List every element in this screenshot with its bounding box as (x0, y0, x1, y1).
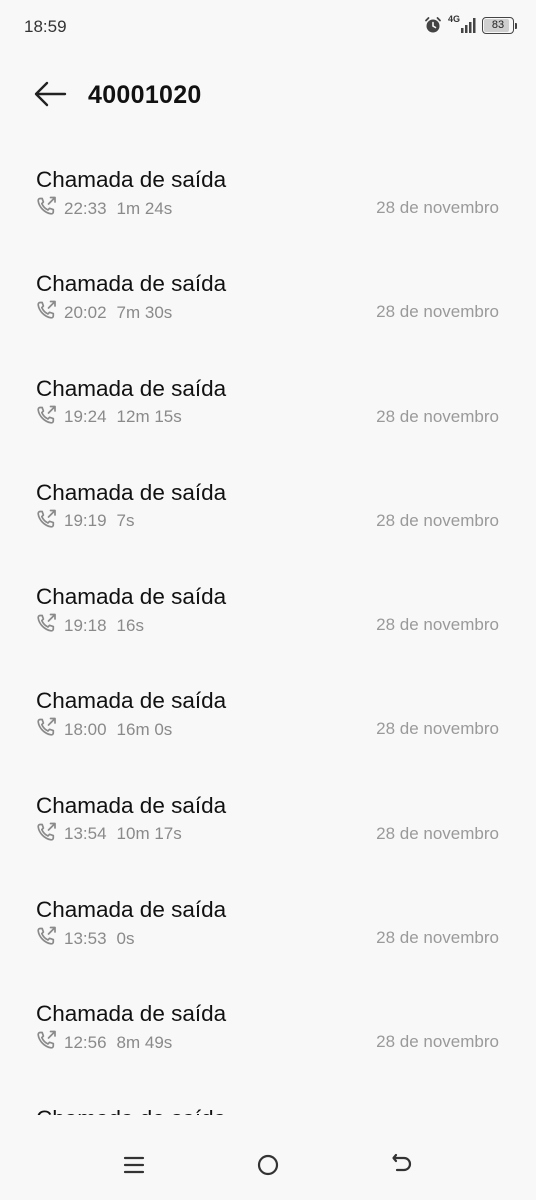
call-time: 20:02 (64, 302, 107, 322)
call-list[interactable]: Chamada de saída 22:33 1m 24s 28 de nove… (0, 140, 536, 1115)
call-type: Chamada de saída (36, 167, 227, 192)
call-list-item[interactable]: Chamada de saída 19:19 7s 28 de novembro (0, 453, 536, 557)
call-date: 28 de novembro (376, 615, 499, 635)
back-icon (390, 1153, 414, 1182)
call-list-item[interactable]: Chamada de saída 13:53 0s 28 de novembro (0, 870, 536, 974)
page-title: 40001020 (88, 81, 202, 109)
arrow-left-icon (33, 81, 67, 112)
call-list-item[interactable]: Chamada de saída (0, 1079, 536, 1115)
status-time: 18:59 (24, 17, 67, 36)
outgoing-call-icon (36, 405, 58, 430)
call-meta: 18:00 16m 0s (36, 717, 172, 742)
call-meta: 22:33 1m 24s (36, 196, 172, 221)
outgoing-call-icon (36, 613, 58, 638)
recent-apps-button[interactable] (114, 1147, 154, 1187)
call-duration: 7s (116, 511, 135, 531)
call-duration: 16m 0s (116, 719, 173, 739)
call-type: Chamada de saída (36, 688, 227, 714)
navigation-bar (0, 1125, 536, 1200)
call-duration: 10m 17s (116, 824, 182, 844)
call-time: 18:00 (64, 719, 107, 739)
call-duration: 12m 15s (116, 407, 182, 427)
call-time: 13:54 (64, 824, 107, 844)
alarm-icon (424, 16, 442, 34)
call-type: Chamada de saída (36, 897, 227, 923)
status-bar: 18:59 4G 83 (0, 0, 536, 54)
call-history-screen: 18:59 4G 83 40001020 Chamada de saída 22… (0, 0, 536, 1200)
outgoing-call-icon (36, 196, 58, 221)
back-button[interactable] (28, 76, 72, 116)
call-type: Chamada de saída (36, 584, 227, 610)
header: 40001020 (0, 66, 536, 126)
call-time: 19:19 (64, 511, 107, 531)
call-meta: 12:56 8m 49s (36, 1030, 172, 1055)
call-meta: 20:02 7m 30s (36, 300, 172, 325)
call-meta: 13:54 10m 17s (36, 822, 182, 847)
call-list-item[interactable]: Chamada de saída 19:24 12m 15s 28 de nov… (0, 349, 536, 453)
battery-icon: 83 (482, 16, 517, 34)
outgoing-call-icon (36, 509, 58, 534)
battery-level: 83 (491, 19, 505, 31)
call-time: 19:18 (64, 615, 107, 635)
call-list-item[interactable]: Chamada de saída 22:33 1m 24s 28 de nove… (0, 140, 536, 244)
call-type: Chamada de saída (36, 271, 227, 297)
call-list-item[interactable]: Chamada de saída 20:02 7m 30s 28 de nove… (0, 244, 536, 348)
home-button[interactable] (248, 1147, 288, 1187)
system-back-button[interactable] (382, 1147, 422, 1187)
call-list-item[interactable]: Chamada de saída 19:18 16s 28 de novembr… (0, 557, 536, 661)
call-duration: 16s (116, 615, 144, 635)
outgoing-call-icon (36, 300, 58, 325)
call-date: 28 de novembro (376, 302, 499, 322)
call-date: 28 de novembro (376, 928, 499, 948)
call-meta: 19:24 12m 15s (36, 405, 182, 430)
call-duration: 0s (116, 928, 135, 948)
call-type: Chamada de saída (36, 479, 227, 505)
call-time: 13:53 (64, 928, 107, 948)
status-icons: 4G 83 (424, 14, 517, 35)
call-duration: 7m 30s (116, 302, 173, 322)
call-list-item[interactable]: Chamada de saída 12:56 8m 49s 28 de nove… (0, 974, 536, 1078)
call-type: Chamada de saída (36, 1001, 227, 1027)
call-time: 12:56 (64, 1032, 107, 1052)
home-icon (256, 1153, 280, 1182)
call-date: 28 de novembro (376, 823, 499, 843)
call-type: Chamada de saída (36, 1106, 226, 1115)
outgoing-call-icon (36, 926, 58, 951)
call-date: 28 de novembro (376, 719, 499, 739)
menu-icon (123, 1155, 145, 1180)
outgoing-call-icon (36, 1030, 58, 1055)
call-type: Chamada de saída (36, 375, 227, 401)
call-time: 19:24 (64, 407, 107, 427)
call-list-item[interactable]: Chamada de saída 13:54 10m 17s 28 de nov… (0, 766, 536, 870)
call-date: 28 de novembro (376, 406, 499, 426)
call-time: 22:33 (64, 198, 107, 218)
call-duration: 1m 24s (116, 198, 173, 218)
call-meta: 19:18 16s (36, 613, 144, 638)
call-date: 28 de novembro (376, 198, 499, 217)
call-date: 28 de novembro (376, 510, 499, 530)
call-list-item[interactable]: Chamada de saída 18:00 16m 0s 28 de nove… (0, 661, 536, 765)
call-meta: 13:53 0s (36, 926, 135, 951)
call-type: Chamada de saída (36, 792, 227, 818)
call-date: 28 de novembro (376, 1032, 499, 1052)
call-meta: 19:19 7s (36, 509, 135, 534)
outgoing-call-icon (36, 717, 58, 742)
call-duration: 8m 49s (116, 1032, 173, 1052)
outgoing-call-icon (36, 822, 58, 847)
signal-icon: 4G (448, 14, 476, 35)
